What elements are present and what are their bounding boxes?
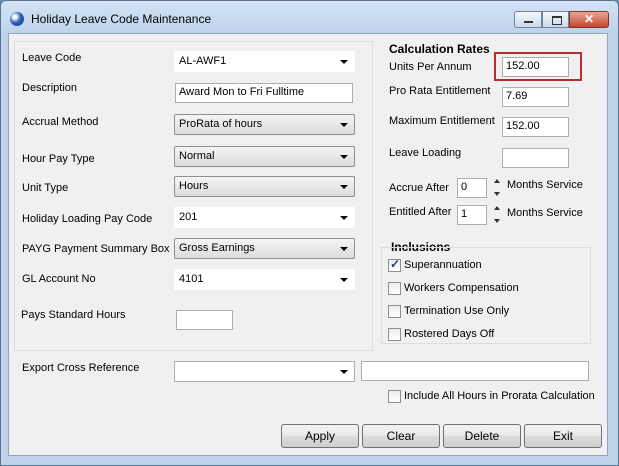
gl-account-no-value: 4101 [179,273,204,285]
minimize-button[interactable] [514,11,542,28]
units-per-annum-input[interactable]: 152.00 [502,57,569,77]
payg-summary-box-combo[interactable]: Gross Earnings [174,238,355,259]
gl-account-no-combo[interactable]: 4101 [174,269,355,290]
maximize-icon [552,16,562,25]
export-cross-reference-combo[interactable] [174,361,355,382]
entitled-after-label: Entitled After [389,206,452,218]
chevron-down-icon [340,370,348,374]
maximize-button[interactable] [542,11,569,28]
accrual-method-combo[interactable]: ProRata of hours [174,114,355,135]
holiday-loading-pay-code-label: Holiday Loading Pay Code [22,213,153,225]
accrue-after-spinner[interactable] [493,177,503,199]
payg-summary-box-value: Gross Earnings [179,242,255,254]
leave-code-label: Leave Code [22,52,82,64]
chevron-down-icon [340,278,348,282]
leave-code-value: AL-AWF1 [179,55,227,67]
spin-up-icon[interactable] [494,206,500,210]
form-container: Leave Code AL-AWF1 Description Award Mon… [8,33,608,456]
termination-use-only-checkbox[interactable] [388,305,401,318]
entitled-after-input[interactable]: 1 [457,205,487,225]
spin-up-icon[interactable] [494,179,500,183]
rostered-days-off-label: Rostered Days Off [404,328,495,340]
accrue-after-label: Accrue After [389,182,449,194]
hour-pay-type-value: Normal [179,150,215,162]
pro-rata-entitlement-input[interactable]: 7.69 [502,87,569,107]
description-input[interactable]: Award Mon to Fri Fulltime [175,83,353,103]
pays-standard-hours-label: Pays Standard Hours [21,309,126,321]
units-per-annum-label: Units Per Annum [389,61,472,73]
export-cross-reference-label: Export Cross Reference [22,362,140,374]
clear-button[interactable]: Clear [362,424,440,448]
title-bar[interactable]: Holiday Leave Code Maintenance ✕ [1,1,618,35]
minimize-icon [524,21,533,23]
accrual-method-label: Accrual Method [22,116,99,128]
gl-account-no-label: GL Account No [22,273,96,285]
unit-type-value: Hours [179,180,209,192]
export-cross-reference-input[interactable] [361,361,589,381]
payg-summary-box-label: PAYG Payment Summary Box [22,243,170,255]
leave-loading-label: Leave Loading [389,147,462,159]
accrue-after-input[interactable]: 0 [457,178,487,198]
accrue-after-suffix: Months Service [507,179,583,191]
termination-use-only-label: Termination Use Only [404,305,510,317]
description-label: Description [22,82,78,94]
chevron-down-icon [340,123,348,127]
app-icon [10,12,24,26]
close-button[interactable]: ✕ [569,11,609,28]
chevron-down-icon [340,185,348,189]
include-all-hours-label: Include All Hours in Prorata Calculation [404,390,595,402]
superannuation-checkbox[interactable] [388,257,401,272]
chevron-down-icon [340,60,348,64]
entitled-after-spinner[interactable] [493,204,503,226]
hour-pay-type-combo[interactable]: Normal [174,146,355,167]
accrual-method-value: ProRata of hours [179,118,263,130]
delete-button[interactable]: Delete [443,424,521,448]
chevron-down-icon [340,155,348,159]
workers-compensation-label: Workers Compensation [404,282,519,294]
window-title: Holiday Leave Code Maintenance [31,12,212,26]
spin-down-icon[interactable] [494,192,500,196]
spin-down-icon[interactable] [494,219,500,223]
exit-button[interactable]: Exit [524,424,602,448]
pays-standard-hours-input[interactable] [176,310,233,330]
rostered-days-off-checkbox[interactable] [388,328,401,341]
pro-rata-entitlement-label: Pro Rata Entitlement [389,85,491,97]
entitled-after-suffix: Months Service [507,207,583,219]
close-icon: ✕ [583,12,595,26]
workers-compensation-checkbox[interactable] [388,282,401,295]
maximum-entitlement-label: Maximum Entitlement [389,115,495,127]
calculation-rates-title: Calculation Rates [389,42,490,56]
apply-button[interactable]: Apply [281,424,359,448]
superannuation-label: Superannuation [404,259,482,271]
unit-type-label: Unit Type [22,182,69,194]
chevron-down-icon [340,247,348,251]
leave-code-combo[interactable]: AL-AWF1 [174,51,355,72]
include-all-hours-checkbox[interactable] [388,390,401,403]
holiday-loading-pay-code-combo[interactable]: 201 [174,207,355,228]
hour-pay-type-label: Hour Pay Type [22,153,95,165]
holiday-loading-pay-code-value: 201 [179,211,198,223]
leave-loading-input[interactable] [502,148,569,168]
unit-type-combo[interactable]: Hours [174,176,355,197]
maximum-entitlement-input[interactable]: 152.00 [502,117,569,137]
chevron-down-icon [340,216,348,220]
